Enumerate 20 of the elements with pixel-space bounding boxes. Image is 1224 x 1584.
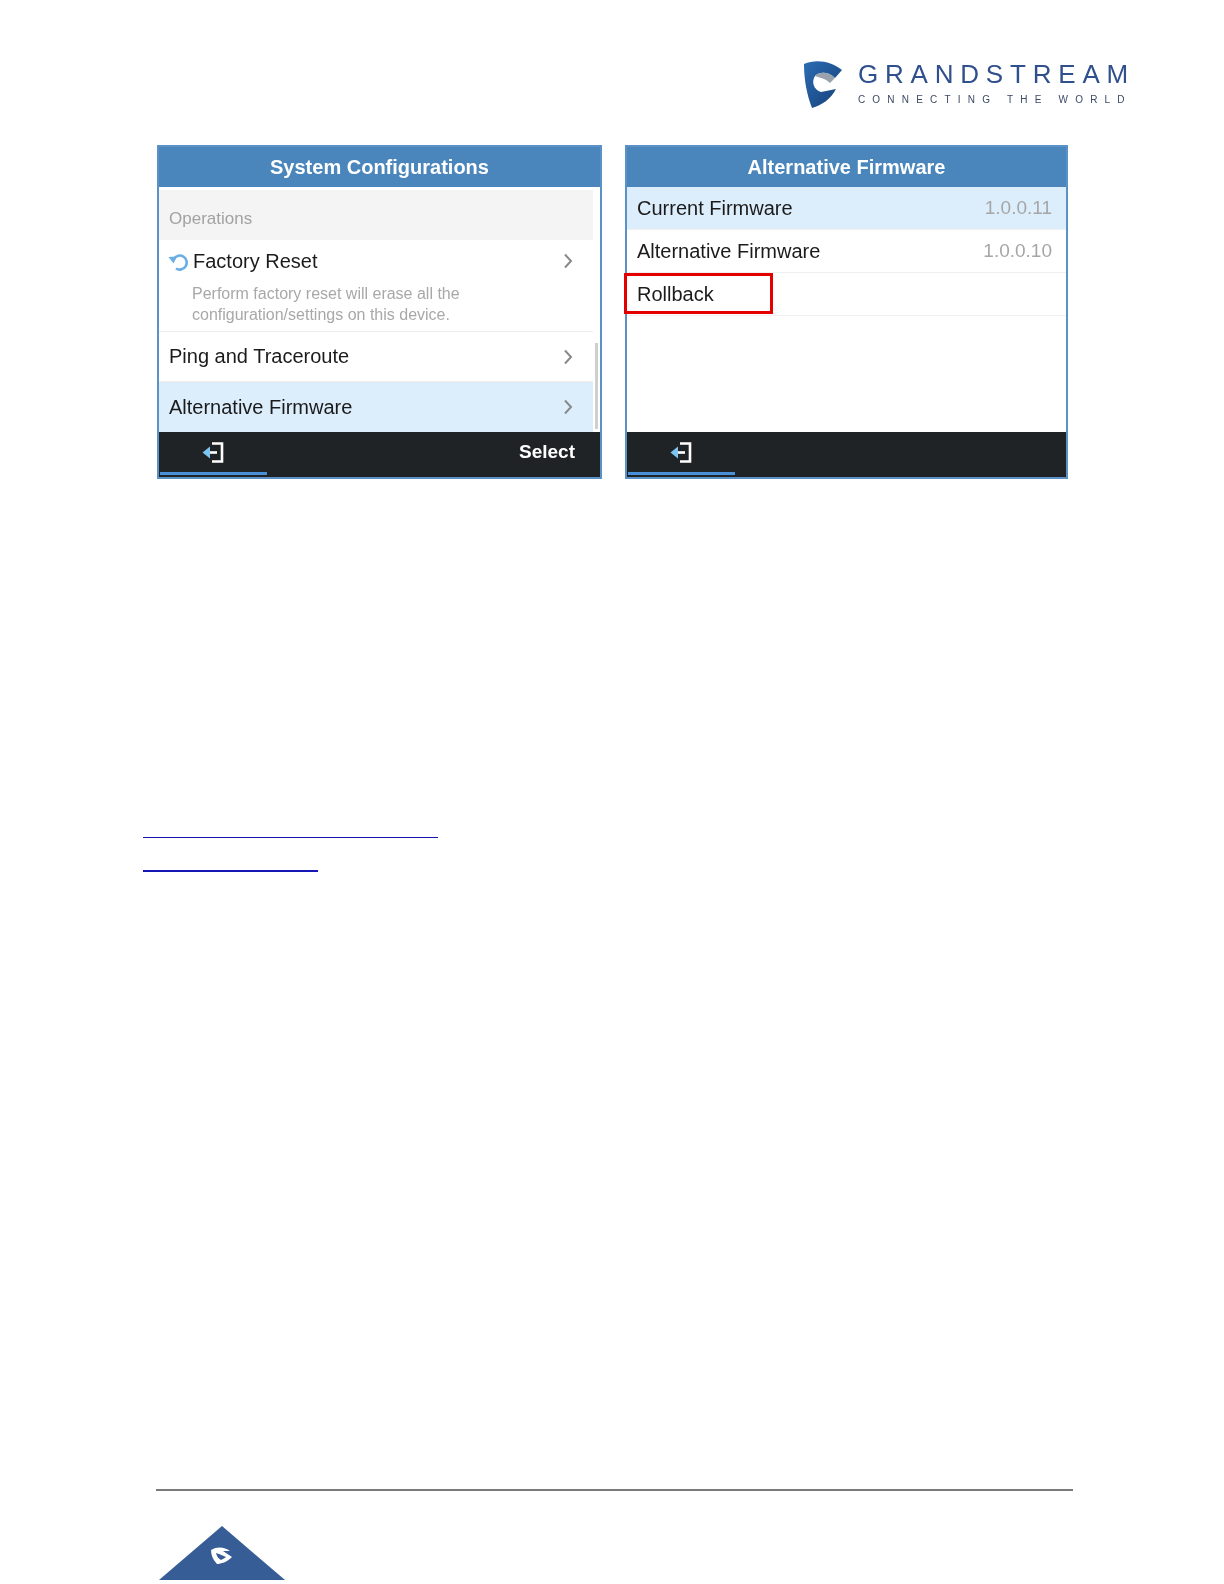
softkey-button[interactable]: Select [511, 432, 600, 475]
menu-item[interactable]: Rollback [627, 273, 1066, 316]
chevron-icon [563, 253, 573, 269]
section-label: Operations [159, 190, 593, 240]
screen-title: System Configurations [159, 147, 600, 187]
version-value: 1.0.0.11 [984, 197, 1052, 219]
back-icon [670, 440, 693, 464]
back-icon [202, 440, 225, 464]
circular-arrow-icon [168, 251, 190, 271]
menu-item[interactable]: Alternative Firmware [159, 382, 593, 432]
menu-item[interactable]: Current Firmware 1.0.0.11 [627, 187, 1066, 230]
item-description: Perform factory reset will erase all the configuration/settings on this device. [192, 284, 461, 325]
chevron-icon [563, 399, 573, 415]
brand-name: GRANDSTREAM [857, 61, 1135, 87]
chevron-icon [563, 348, 573, 365]
version-value: 1.0.0.10 [983, 240, 1052, 262]
screen-title: Alternative Firmware [627, 147, 1066, 187]
triangle-logo-icon [159, 1526, 285, 1580]
brand-tagline: CONNECTING THE WORLD [857, 95, 1133, 105]
swoosh-logo-icon [802, 59, 843, 109]
